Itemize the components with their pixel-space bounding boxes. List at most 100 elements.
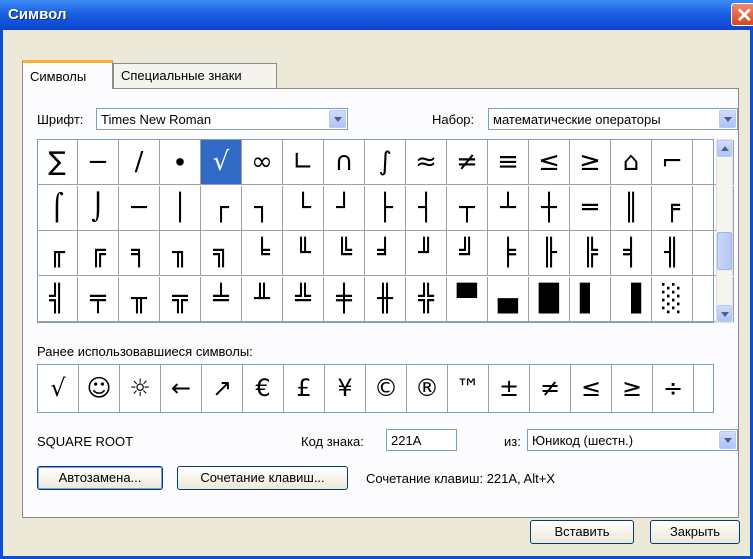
- tab-special-characters[interactable]: Специальные знаки: [113, 63, 277, 88]
- symbol-cell[interactable]: ≡: [488, 140, 529, 185]
- symbol-cell[interactable]: ┼: [529, 185, 570, 231]
- symbol-cell[interactable]: ▌: [570, 276, 611, 322]
- symbol-cell[interactable]: ╥: [119, 276, 160, 322]
- symbol-cell[interactable]: ≤: [529, 140, 570, 185]
- symbol-cell[interactable]: ╪: [324, 276, 365, 322]
- symbol-cell[interactable]: └: [283, 185, 324, 231]
- symbol-cell[interactable]: ╖: [160, 231, 201, 276]
- symbol-cell[interactable]: −: [78, 140, 119, 185]
- recent-symbol-cell[interactable]: ±: [489, 365, 530, 412]
- symbol-cell[interactable]: ┴: [488, 185, 529, 231]
- symbol-cell[interactable]: ╠: [570, 231, 611, 276]
- symbol-cell[interactable]: ┘: [324, 185, 365, 231]
- symbol-cell[interactable]: ╦: [160, 276, 201, 322]
- symbol-cell[interactable]: ┐: [242, 185, 283, 231]
- symbol-cell[interactable]: │: [160, 185, 201, 231]
- symbol-cell[interactable]: ┌: [201, 185, 242, 231]
- symbol-cell[interactable]: ╘: [242, 231, 283, 276]
- symbol-cell[interactable]: ╚: [324, 231, 365, 276]
- symbol-cell[interactable]: ⌡: [78, 185, 119, 231]
- symbol-cell[interactable]: ▄: [488, 276, 529, 322]
- recent-symbol-cell[interactable]: €: [243, 365, 284, 412]
- symbol-cell[interactable]: ╙: [283, 231, 324, 276]
- recent-symbol-cell[interactable]: ©: [366, 365, 407, 412]
- symbol-cell[interactable]: ╧: [201, 276, 242, 322]
- symbol-cell[interactable]: ⌂: [611, 140, 652, 185]
- symbol-cell[interactable]: ⌐: [652, 140, 693, 185]
- symbol-cell[interactable]: ≥: [570, 140, 611, 185]
- symbol-cell[interactable]: █: [529, 276, 570, 322]
- symbol-cell[interactable]: ╟: [529, 231, 570, 276]
- chevron-down-icon[interactable]: [719, 110, 736, 128]
- recent-symbol-cell[interactable]: ←: [161, 365, 202, 412]
- symbol-cell[interactable]: ┤: [406, 185, 447, 231]
- recent-symbol-cell[interactable]: ≠: [530, 365, 571, 412]
- recent-symbol-cell[interactable]: £: [284, 365, 325, 412]
- symbol-cell[interactable]: ╓: [37, 231, 78, 276]
- font-label: Шрифт:: [37, 112, 84, 127]
- symbol-cell[interactable]: ∞: [242, 140, 283, 185]
- recent-symbol-cell[interactable]: ®: [407, 365, 448, 412]
- symbol-cell[interactable]: √: [201, 140, 242, 185]
- recent-symbol-cell[interactable]: ☺: [79, 365, 120, 412]
- recent-symbol-cell[interactable]: ↗: [202, 365, 243, 412]
- chevron-down-icon[interactable]: [719, 431, 736, 449]
- recent-symbol-cell[interactable]: ¥: [325, 365, 366, 412]
- shortcut-key-button[interactable]: Сочетание клавиш...: [177, 466, 348, 490]
- scroll-up-icon[interactable]: [717, 140, 732, 157]
- symbol-cell[interactable]: ╤: [78, 276, 119, 322]
- symbol-cell[interactable]: ╢: [652, 231, 693, 276]
- symbol-cell[interactable]: ≈: [406, 140, 447, 185]
- title-bar[interactable]: Символ ✕: [0, 0, 753, 30]
- symbol-cell[interactable]: ╩: [283, 276, 324, 322]
- symbol-cell[interactable]: ═: [570, 185, 611, 231]
- symbol-cell[interactable]: ╗: [201, 231, 242, 276]
- autocorrect-button[interactable]: Автозамена...: [37, 466, 163, 490]
- symbol-cell[interactable]: ╛: [365, 231, 406, 276]
- symbol-cell[interactable]: ║: [611, 185, 652, 231]
- recent-symbol-cell[interactable]: ≤: [571, 365, 612, 412]
- symbol-cell[interactable]: ∑: [37, 140, 78, 185]
- symbol-cell[interactable]: ╫: [365, 276, 406, 322]
- symbol-cell[interactable]: ⌠: [37, 185, 78, 231]
- recent-symbol-cell[interactable]: ≥: [612, 365, 653, 412]
- symbol-cell[interactable]: ╞: [488, 231, 529, 276]
- symbol-cell[interactable]: ▀: [447, 276, 488, 322]
- recent-symbol-cell[interactable]: ÷: [653, 365, 694, 412]
- symbol-cell[interactable]: ∕: [119, 140, 160, 185]
- symbol-cell[interactable]: ∩: [324, 140, 365, 185]
- recent-symbol-cell[interactable]: √: [38, 365, 79, 412]
- recent-symbol-cell[interactable]: ™: [448, 365, 489, 412]
- symbol-cell[interactable]: ╡: [611, 231, 652, 276]
- char-code-input[interactable]: 221A: [386, 429, 457, 451]
- symbol-cell[interactable]: ╕: [119, 231, 160, 276]
- scroll-thumb[interactable]: [717, 232, 732, 270]
- symbol-cell[interactable]: ╣: [37, 276, 78, 322]
- symbol-cell[interactable]: ≠: [447, 140, 488, 185]
- symbol-cell[interactable]: ▐: [611, 276, 652, 322]
- recent-symbol-cell[interactable]: ☼: [120, 365, 161, 412]
- symbol-cell[interactable]: ∟: [283, 140, 324, 185]
- font-select[interactable]: Times New Roman: [96, 108, 348, 130]
- symbol-cell[interactable]: ╨: [242, 276, 283, 322]
- chevron-down-icon[interactable]: [329, 110, 346, 128]
- symbol-cell[interactable]: ├: [365, 185, 406, 231]
- symbol-cell[interactable]: ╔: [78, 231, 119, 276]
- symbol-cell[interactable]: ─: [119, 185, 160, 231]
- symbol-cell[interactable]: ░: [652, 276, 693, 322]
- symbol-cell[interactable]: ╝: [447, 231, 488, 276]
- symbol-cell[interactable]: ∙: [160, 140, 201, 185]
- insert-button[interactable]: Вставить: [530, 520, 634, 544]
- close-button[interactable]: Закрыть: [650, 520, 740, 544]
- symbol-cell[interactable]: ╜: [406, 231, 447, 276]
- from-select[interactable]: Юникод (шестн.): [527, 429, 738, 451]
- symbol-cell[interactable]: ∫: [365, 140, 406, 185]
- symbol-cell[interactable]: ╒: [652, 185, 693, 231]
- tab-symbols[interactable]: Символы: [22, 60, 113, 89]
- close-window-button[interactable]: ✕: [731, 3, 753, 27]
- symbol-cell[interactable]: ╬: [406, 276, 447, 322]
- scroll-down-icon[interactable]: [717, 305, 732, 322]
- symbol-cell[interactable]: ┬: [447, 185, 488, 231]
- subset-select[interactable]: математические операторы: [488, 108, 738, 130]
- symbol-grid-scrollbar[interactable]: [716, 139, 733, 323]
